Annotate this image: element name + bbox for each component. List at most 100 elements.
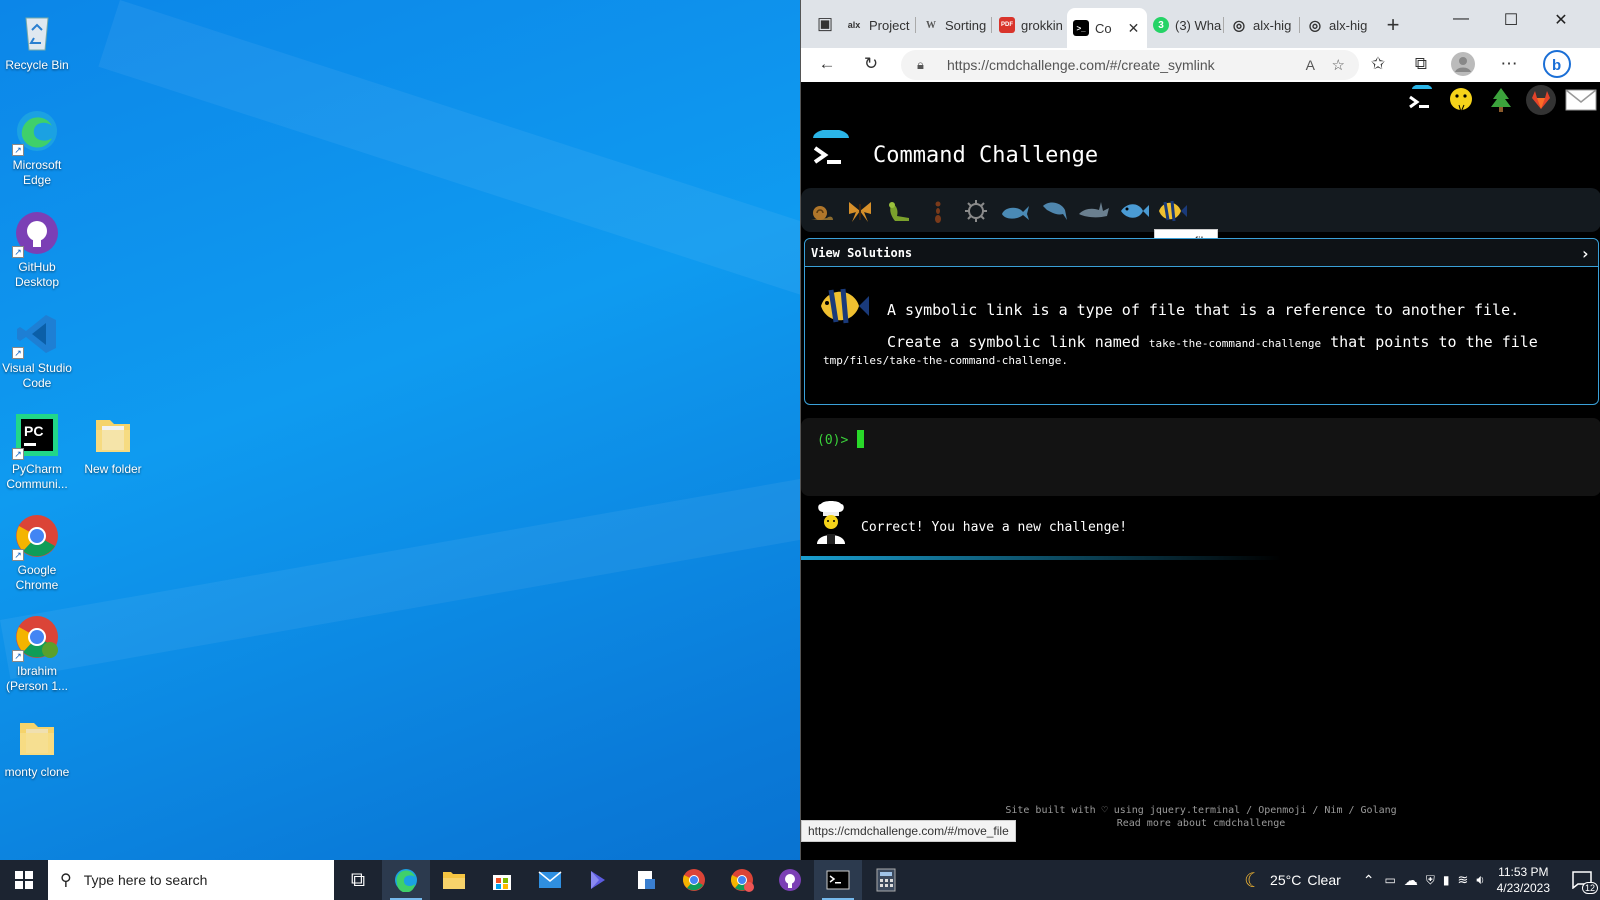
challenge-progress-bar bbox=[801, 188, 1600, 232]
alx-icon: alx bbox=[847, 20, 861, 30]
taskbar-search[interactable]: ⚲ Type here to search bbox=[48, 860, 334, 900]
tab-whatsapp[interactable]: 3 (3) Wha bbox=[1147, 10, 1223, 40]
taskbar-chrome-profile-icon[interactable] bbox=[718, 860, 766, 900]
mail-icon[interactable] bbox=[526, 860, 574, 900]
whale-icon[interactable] bbox=[999, 196, 1029, 226]
store-icon[interactable] bbox=[478, 860, 526, 900]
terminal-input[interactable]: (0)> bbox=[801, 418, 1600, 496]
tree-icon[interactable] bbox=[1485, 84, 1517, 116]
desktop-icon-edge[interactable]: ↗ Microsoft Edge bbox=[0, 108, 74, 188]
desktop-icon-monty-clone[interactable]: monty clone bbox=[0, 715, 74, 780]
taskbar-edge-icon[interactable] bbox=[382, 860, 430, 900]
tab-grokking[interactable]: PDF grokkin bbox=[993, 10, 1067, 40]
weather-desc[interactable]: Clear bbox=[1307, 872, 1340, 888]
favorites-icon[interactable]: ✩ bbox=[1366, 54, 1390, 74]
hint-face-icon[interactable] bbox=[1445, 84, 1477, 116]
wifi-icon[interactable]: ≋ bbox=[1458, 872, 1469, 888]
taskbar-terminal-icon[interactable] bbox=[814, 860, 862, 900]
task-view-icon[interactable]: ⧉ bbox=[334, 860, 382, 900]
ant-icon[interactable] bbox=[923, 196, 953, 226]
chevron-up-icon[interactable]: ⌃ bbox=[1363, 872, 1375, 889]
chrome-profile-icon: ↗ bbox=[12, 614, 60, 662]
desktop-icon-label: GitHub Desktop bbox=[14, 260, 60, 289]
desktop-icon-label: Visual Studio Code bbox=[2, 361, 72, 390]
back-button[interactable]: ← bbox=[815, 54, 839, 74]
volume-icon[interactable]: 🔉︎ bbox=[1476, 872, 1484, 888]
desktop-icon-chrome[interactable]: ↗ Google Chrome bbox=[0, 513, 74, 593]
bing-chat-icon[interactable]: b bbox=[1543, 50, 1571, 83]
desktop-icon-label: Recycle Bin bbox=[5, 58, 69, 72]
meet-now-icon[interactable]: ▭ bbox=[1385, 873, 1396, 887]
onedrive-icon[interactable]: ☁ bbox=[1404, 872, 1418, 889]
butterfly-icon[interactable] bbox=[845, 196, 875, 226]
favorite-add-icon[interactable]: ☆ bbox=[1332, 56, 1345, 74]
tab-github-2[interactable]: ◎ alx-hig bbox=[1301, 10, 1375, 40]
power-automate-icon[interactable] bbox=[574, 860, 622, 900]
taskbar: ⚲ Type here to search ⧉ ☾ 25°C Clear ⌃ ▭… bbox=[0, 860, 1600, 900]
taskbar-chrome-icon[interactable] bbox=[670, 860, 718, 900]
desktop-icon-label: PyCharm Communi... bbox=[6, 462, 68, 491]
link-name-code: take-the-command-challenge bbox=[1148, 337, 1322, 350]
clock[interactable]: 11:53 PM 4/23/2023 bbox=[1497, 864, 1550, 896]
browser-window: ▣ alx Project W Sorting PDF grokkin >_ C… bbox=[800, 0, 1600, 860]
desktop-icon-new-folder[interactable]: New folder bbox=[76, 412, 150, 477]
taskbar-github-desktop-icon[interactable] bbox=[766, 860, 814, 900]
calculator-icon[interactable] bbox=[862, 860, 910, 900]
address-bar-row: ← ↻ 🔒︎ https://cmdchallenge.com/#/create… bbox=[801, 48, 1600, 82]
address-bar[interactable]: 🔒︎ https://cmdchallenge.com/#/create_sym… bbox=[901, 50, 1359, 80]
minimize-button[interactable]: — bbox=[1441, 10, 1481, 28]
terminal-cursor bbox=[857, 430, 864, 448]
mail-icon[interactable] bbox=[1565, 84, 1597, 116]
battery-icon[interactable]: ▮ bbox=[1443, 873, 1450, 887]
weather-temp[interactable]: 25°C bbox=[1270, 872, 1301, 888]
correct-message: Correct! You have a new challenge! bbox=[861, 520, 1128, 535]
tab-sorting[interactable]: W Sorting bbox=[917, 10, 991, 40]
tropical-fish-icon[interactable] bbox=[1155, 196, 1187, 226]
virus-icon[interactable] bbox=[961, 196, 991, 226]
chevron-right-icon: › bbox=[1580, 244, 1590, 263]
desktop-icon-label: New folder bbox=[84, 462, 142, 476]
collections-icon[interactable]: ⧉ bbox=[1409, 54, 1433, 74]
dolphin-icon[interactable] bbox=[1039, 196, 1069, 226]
desktop-icon-recycle-bin[interactable]: Recycle Bin bbox=[0, 8, 74, 73]
gitlab-icon[interactable] bbox=[1525, 84, 1557, 116]
tab-command-challenge[interactable]: >_ Co ✕ bbox=[1067, 8, 1147, 48]
snail-icon[interactable] bbox=[807, 196, 837, 226]
tab-project[interactable]: alx Project bbox=[839, 10, 915, 40]
wikipedia-icon: W bbox=[926, 19, 936, 31]
desktop-icon-vscode[interactable]: ↗ Visual Studio Code bbox=[0, 311, 74, 391]
tab-github-1[interactable]: ◎ alx-hig bbox=[1225, 10, 1299, 40]
tab-actions-icon[interactable]: ▣ bbox=[813, 14, 837, 34]
desktop-icon-label: Ibrahim (Person 1... bbox=[5, 664, 69, 693]
page-content: Command Challenge View Solutions › A sym… bbox=[801, 82, 1600, 860]
page-title: Command Challenge bbox=[873, 143, 1099, 168]
terminal-icon[interactable] bbox=[1405, 84, 1437, 116]
more-options-icon[interactable]: ⋯ bbox=[1497, 54, 1521, 74]
new-tab-button[interactable]: + bbox=[1381, 12, 1405, 38]
view-solutions-bar[interactable]: View Solutions › bbox=[805, 239, 1598, 267]
profile-avatar[interactable] bbox=[1451, 52, 1475, 81]
chrome-icon: ↗ bbox=[12, 513, 60, 561]
close-tab-icon[interactable]: ✕ bbox=[1128, 20, 1140, 37]
close-window-button[interactable]: ✕ bbox=[1541, 10, 1581, 30]
fish-icon[interactable] bbox=[1117, 196, 1149, 226]
maximize-button[interactable]: ☐ bbox=[1491, 10, 1531, 30]
file-explorer-icon[interactable] bbox=[430, 860, 478, 900]
start-button[interactable] bbox=[0, 860, 48, 900]
challenge-panel: View Solutions › A symbolic link is a ty… bbox=[804, 238, 1599, 405]
desktop-icon-github-desktop[interactable]: ↗ GitHub Desktop bbox=[0, 210, 74, 290]
desktop-icon-pycharm[interactable]: PC ↗ PyCharm Communi... bbox=[0, 412, 74, 492]
refresh-button[interactable]: ↻ bbox=[859, 54, 883, 74]
notification-count: 12 bbox=[1581, 882, 1598, 894]
notification-center-icon[interactable]: 12 bbox=[1564, 860, 1600, 900]
read-aloud-icon[interactable]: A bbox=[1306, 57, 1315, 73]
shark-icon[interactable] bbox=[1077, 196, 1109, 226]
chef-avatar-icon bbox=[813, 500, 849, 546]
caterpillar-icon[interactable] bbox=[885, 196, 915, 226]
tropical-fish-icon bbox=[817, 283, 869, 329]
pycharm-icon: PC ↗ bbox=[12, 412, 60, 460]
desktop-icon-chrome-profile[interactable]: ↗ Ibrahim (Person 1... bbox=[0, 614, 74, 694]
security-icon[interactable]: ⛨ bbox=[1426, 873, 1435, 888]
pdf-reader-icon[interactable] bbox=[622, 860, 670, 900]
target-file-code: tmp/files/take-the-command-challenge. bbox=[823, 354, 1069, 367]
